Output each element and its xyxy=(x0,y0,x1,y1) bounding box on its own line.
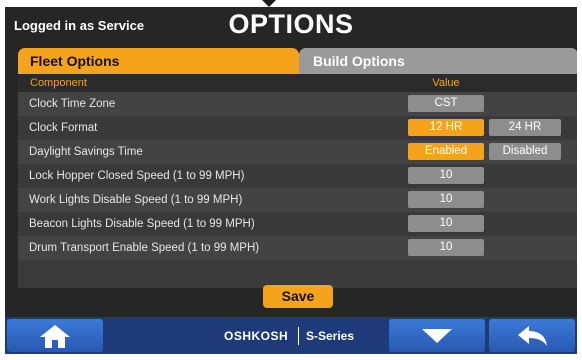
row-label: Daylight Savings Time xyxy=(29,146,143,158)
table-row-clock-time-zone: Clock Time Zone CST xyxy=(18,92,577,116)
clock-format-12hr-button[interactable]: 12 HR xyxy=(408,119,484,136)
drum-transport-speed-value[interactable]: 10 xyxy=(408,239,484,256)
series-label: S-Series xyxy=(306,329,355,343)
scroll-down-button[interactable] xyxy=(389,319,485,352)
beacon-lights-speed-value[interactable]: 10 xyxy=(408,215,484,232)
clock-format-24hr-button[interactable]: 24 HR xyxy=(489,119,561,136)
row-label: Work Lights Disable Speed (1 to 99 MPH) xyxy=(29,194,243,206)
options-screen: Logged in as Service OPTIONS Fleet Optio… xyxy=(5,7,577,354)
time-zone-value-button[interactable]: CST xyxy=(408,95,484,112)
options-table: Component Value Clock Time Zone CST Cloc… xyxy=(18,74,577,288)
table-header: Component Value xyxy=(18,74,577,92)
table-row-clock-format: Clock Format 12 HR 24 HR xyxy=(18,116,577,140)
column-header-component: Component xyxy=(30,77,87,89)
tab-bar: Fleet Options Build Options xyxy=(18,48,577,74)
header: Logged in as Service OPTIONS xyxy=(5,7,577,47)
footer-bar: OSHKOSH S-Series xyxy=(5,317,577,354)
oshkosh-logo: OSHKOSH xyxy=(224,329,289,343)
row-label: Clock Time Zone xyxy=(29,98,116,110)
work-lights-speed-value[interactable]: 10 xyxy=(408,191,484,208)
lock-hopper-speed-value[interactable]: 10 xyxy=(408,167,484,184)
row-label: Clock Format xyxy=(29,122,98,134)
brand-divider xyxy=(298,327,299,345)
column-header-value: Value xyxy=(432,77,460,89)
top-pointer-indicator xyxy=(262,0,276,7)
back-arrow-icon xyxy=(518,325,547,346)
home-button[interactable] xyxy=(7,319,103,352)
save-button[interactable]: Save xyxy=(263,285,333,308)
table-row-lock-hopper-speed: Lock Hopper Closed Speed (1 to 99 MPH) 1… xyxy=(18,164,577,188)
table-row-drum-transport-speed: Drum Transport Enable Speed (1 to 99 MPH… xyxy=(18,236,577,260)
table-row-daylight-savings: Daylight Savings Time Enabled Disabled xyxy=(18,140,577,164)
row-label: Lock Hopper Closed Speed (1 to 99 MPH) xyxy=(29,170,245,182)
table-row-work-lights-speed: Work Lights Disable Speed (1 to 99 MPH) … xyxy=(18,188,577,212)
page-title: OPTIONS xyxy=(228,9,354,39)
row-label: Drum Transport Enable Speed (1 to 99 MPH… xyxy=(29,242,260,254)
daylight-savings-disabled-button[interactable]: Disabled xyxy=(489,143,561,160)
daylight-savings-enabled-button[interactable]: Enabled xyxy=(408,143,484,160)
home-icon xyxy=(40,324,70,348)
tab-fleet-options[interactable]: Fleet Options xyxy=(18,48,299,74)
row-label: Beacon Lights Disable Speed (1 to 99 MPH… xyxy=(29,218,255,230)
table-row-beacon-lights-speed: Beacon Lights Disable Speed (1 to 99 MPH… xyxy=(18,212,577,236)
chevron-down-icon xyxy=(422,328,452,343)
tab-build-options[interactable]: Build Options xyxy=(299,48,577,74)
back-button[interactable] xyxy=(489,319,575,352)
